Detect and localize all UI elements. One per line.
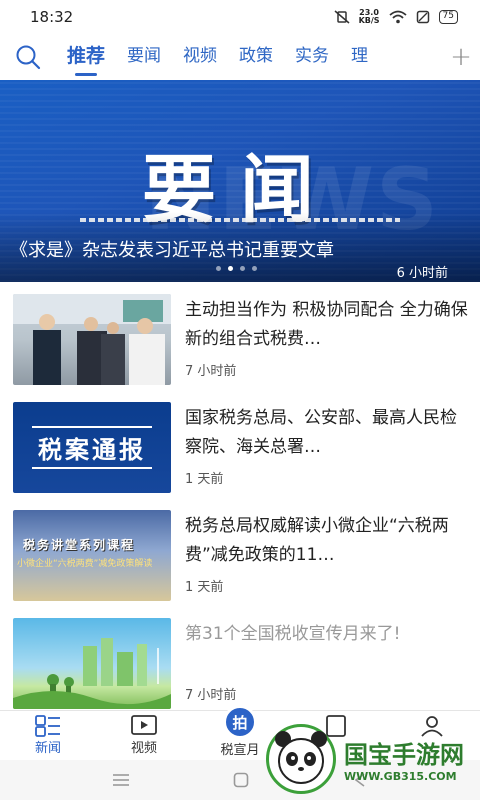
tab-policy[interactable]: 政策 bbox=[228, 34, 284, 80]
sim-off-icon bbox=[416, 10, 429, 24]
news-title: 税务总局权威解读小微企业“六税两费”减免政策的11… bbox=[185, 516, 449, 565]
carousel-dot bbox=[216, 266, 221, 271]
banner-carousel[interactable]: NEWS 要闻 《求是》杂志发表习近平总书记重要文章 6 小时前 bbox=[0, 80, 480, 282]
panda-logo-icon bbox=[266, 724, 336, 794]
news-title: 主动担当作为 积极协同配合 全力确保新的组合式税费… bbox=[185, 300, 468, 349]
menu-icon[interactable] bbox=[112, 773, 130, 787]
news-time: 1 天前 bbox=[185, 580, 224, 595]
thumbnail-caption: 税案通报 bbox=[32, 426, 152, 469]
news-grid-icon bbox=[35, 715, 60, 737]
search-button[interactable] bbox=[0, 34, 56, 80]
battery-indicator: 75 bbox=[438, 10, 458, 24]
news-item[interactable]: 税务讲堂系列课程 小微企业“六税两费”减免政策解读 税务总局权威解读小微企业“六… bbox=[0, 508, 480, 616]
wifi-icon bbox=[388, 10, 407, 24]
status-icons: 23.0 KB/S 75 bbox=[334, 9, 458, 25]
shoot-icon: 拍 bbox=[223, 705, 257, 739]
watermark-url: WWW.GB315.COM bbox=[344, 770, 457, 783]
status-time: 18:32 bbox=[30, 8, 74, 26]
vibrate-mute-icon bbox=[334, 10, 350, 24]
watermark-brand: 国宝手游网 bbox=[344, 741, 464, 769]
news-time: 7 小时前 bbox=[185, 364, 237, 379]
thumbnail-caption: 税务讲堂系列课程 bbox=[23, 538, 136, 552]
bottom-tab-label: 视频 bbox=[130, 741, 157, 756]
net-speed: 23.0 KB/S bbox=[358, 8, 380, 25]
bottom-tab-video[interactable]: 视频 bbox=[96, 711, 192, 761]
tab-video[interactable]: 视频 bbox=[172, 34, 228, 80]
officials-photo-illustration bbox=[13, 294, 171, 385]
top-channel-nav: 推荐 要闻 视频 政策 实务 理 + bbox=[0, 34, 480, 80]
search-icon bbox=[16, 45, 41, 70]
status-bar: 18:32 23.0 KB/S 75 bbox=[0, 0, 480, 34]
bottom-tab-label: 新闻 bbox=[34, 741, 61, 756]
tab-theory[interactable]: 理 bbox=[340, 34, 379, 80]
news-item[interactable]: 税案通报 国家税务总局、公安部、最高人民检察院、海关总署… 1 天前 bbox=[0, 400, 480, 508]
bottom-tab-label: 税宣月 bbox=[220, 743, 260, 758]
add-channel-button[interactable]: + bbox=[442, 34, 480, 80]
tab-recommended[interactable]: 推荐 bbox=[56, 34, 116, 80]
watermark-text: 国宝手游网 WWW.GB315.COM bbox=[344, 735, 464, 783]
news-thumbnail-tax-case: 税案通报 bbox=[13, 402, 171, 493]
news-thumbnail-lecture: 税务讲堂系列课程 小微企业“六税两费”减免政策解读 bbox=[13, 510, 171, 601]
news-time: 1 天前 bbox=[185, 472, 224, 487]
news-list: 主动担当作为 积极协同配合 全力确保新的组合式税费… 7 小时前 税案通报 国家… bbox=[0, 292, 480, 724]
news-thumbnail-city bbox=[13, 618, 171, 709]
news-thumbnail-photo bbox=[13, 294, 171, 385]
thumbnail-subcaption: 小微企业“六税两费”减免政策解读 bbox=[17, 559, 153, 569]
tab-headlines[interactable]: 要闻 bbox=[116, 34, 172, 80]
carousel-dot bbox=[252, 266, 257, 271]
banner-title[interactable]: 《求是》杂志发表习近平总书记重要文章 bbox=[10, 236, 334, 262]
channel-tabs: 推荐 要闻 视频 政策 实务 理 bbox=[56, 34, 442, 80]
city-skyline-illustration bbox=[13, 638, 171, 709]
carousel-dot bbox=[240, 266, 245, 271]
banner-time: 6 小时前 bbox=[396, 266, 448, 281]
carousel-indicator bbox=[216, 266, 257, 271]
news-title: 国家税务总局、公安部、最高人民检察院、海关总署… bbox=[185, 408, 457, 457]
watermark: 国宝手游网 WWW.GB315.COM bbox=[266, 718, 480, 800]
home-icon[interactable] bbox=[233, 772, 249, 788]
carousel-dot-active bbox=[228, 266, 233, 271]
video-play-icon bbox=[131, 715, 157, 735]
tab-practice[interactable]: 实务 bbox=[284, 34, 340, 80]
news-item[interactable]: 主动担当作为 积极协同配合 全力确保新的组合式税费… 7 小时前 bbox=[0, 292, 480, 400]
news-time: 7 小时前 bbox=[185, 688, 237, 703]
news-title: 第31个全国税收宣传月来了! bbox=[185, 624, 401, 644]
bottom-tab-news[interactable]: 新闻 bbox=[0, 711, 96, 761]
